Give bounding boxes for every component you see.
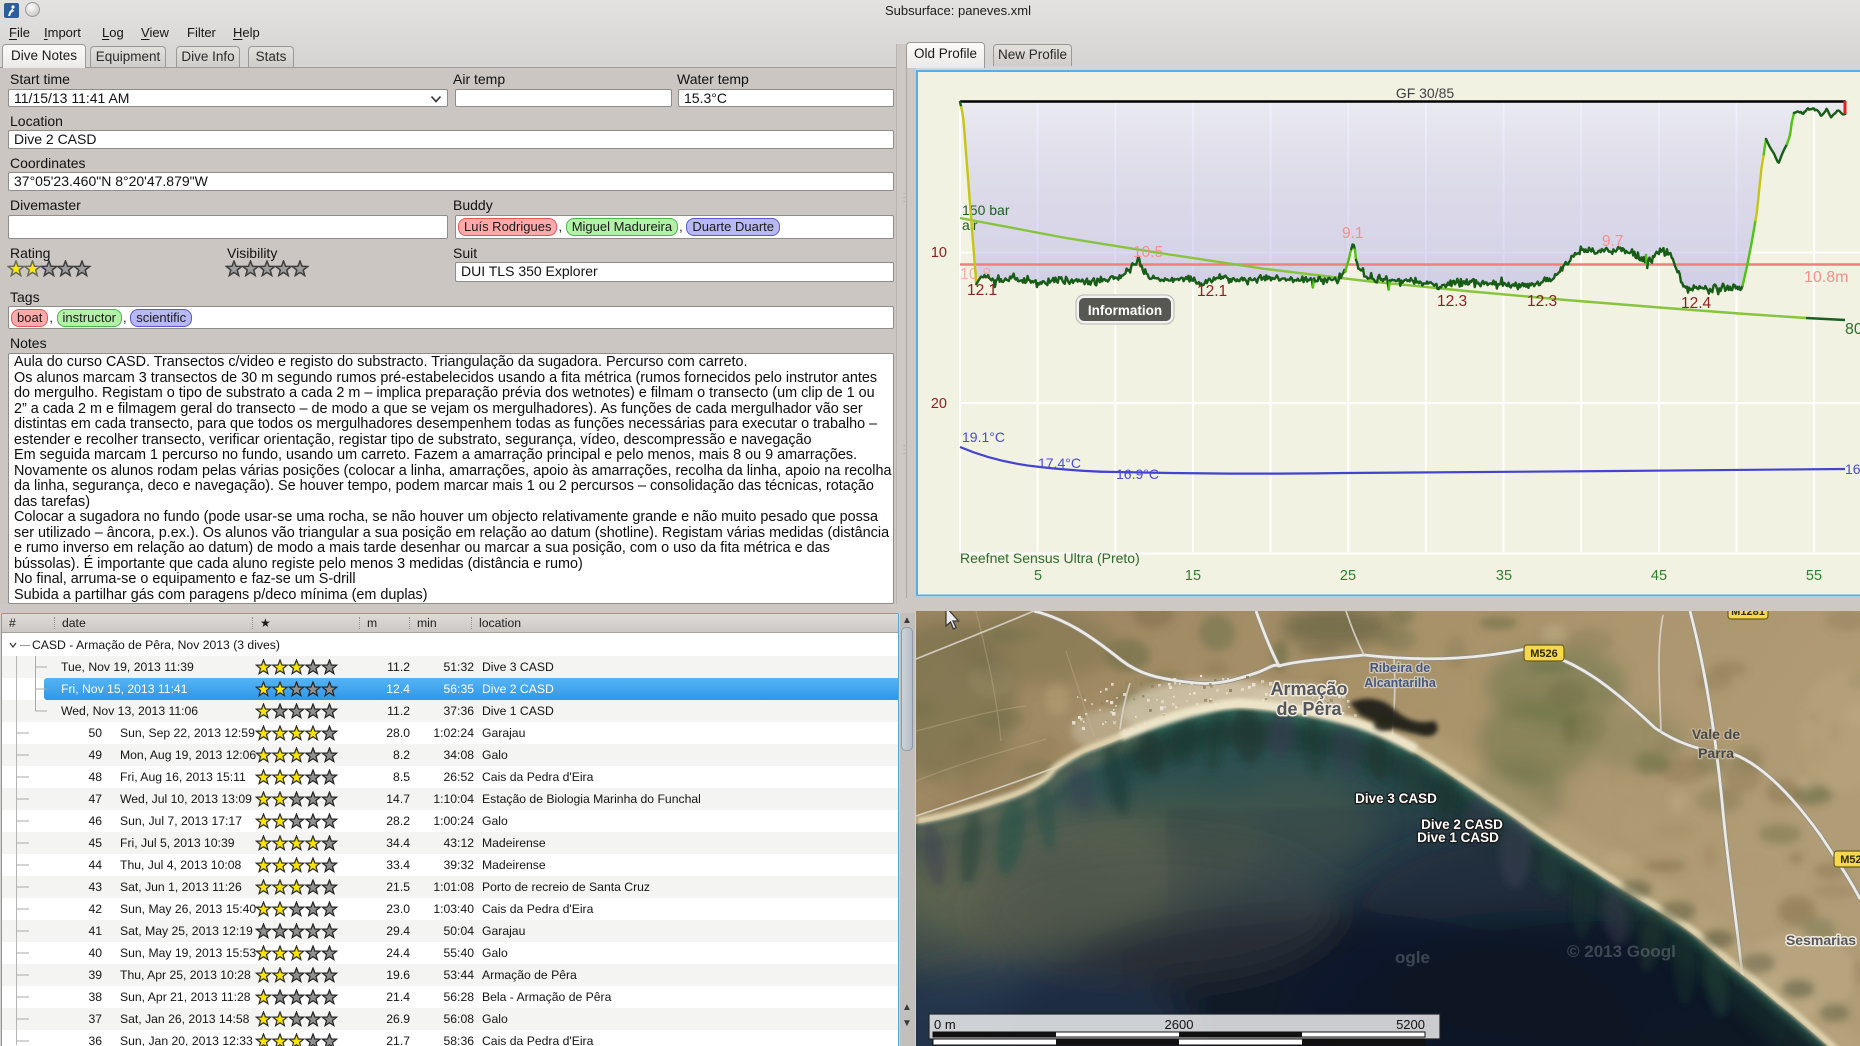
svg-text:Information: Information	[1088, 303, 1162, 318]
svg-text:Vale de: Vale de	[1692, 726, 1740, 742]
svg-text:Reefnet Sensus Ultra (Preto): Reefnet Sensus Ultra (Preto)	[960, 550, 1140, 566]
svg-text:GF 30/85: GF 30/85	[1396, 85, 1455, 101]
svg-text:12.1: 12.1	[967, 282, 997, 299]
svg-text:5200: 5200	[1396, 1017, 1425, 1032]
svg-text:9.1: 9.1	[1342, 225, 1364, 242]
svg-text:10.5: 10.5	[1133, 244, 1163, 261]
svg-text:12.1: 12.1	[1197, 283, 1227, 300]
svg-text:5: 5	[1034, 568, 1042, 584]
svg-text:9.7: 9.7	[1602, 233, 1624, 250]
svg-text:2600: 2600	[1165, 1017, 1194, 1032]
svg-text:air: air	[962, 217, 978, 233]
svg-text:45: 45	[1651, 568, 1667, 584]
svg-text:Dive 1 CASD: Dive 1 CASD	[1417, 830, 1499, 845]
svg-text:12.3: 12.3	[1527, 293, 1557, 310]
svg-text:© 2013 Googl: © 2013 Googl	[1567, 942, 1676, 961]
svg-text:Armação: Armação	[1270, 679, 1347, 699]
svg-text:17.4°C: 17.4°C	[1038, 455, 1081, 471]
svg-text:12.4: 12.4	[1681, 295, 1712, 312]
svg-text:55: 55	[1806, 568, 1822, 584]
svg-text:de Pêra: de Pêra	[1276, 699, 1342, 719]
svg-text:19.1°C: 19.1°C	[962, 429, 1005, 445]
svg-text:12.3: 12.3	[1437, 293, 1467, 310]
svg-text:Parra: Parra	[1698, 745, 1734, 761]
svg-text:20: 20	[931, 396, 947, 412]
svg-text:M1281: M1281	[1731, 611, 1765, 618]
svg-text:0 m: 0 m	[934, 1017, 956, 1032]
svg-text:15: 15	[1185, 568, 1201, 584]
svg-text:16.9°C: 16.9°C	[1116, 466, 1159, 482]
svg-text:Sesmarias: Sesmarias	[1786, 932, 1856, 948]
svg-text:Dive 3 CASD: Dive 3 CASD	[1355, 791, 1437, 806]
svg-text:25: 25	[1340, 568, 1356, 584]
svg-text:35: 35	[1496, 568, 1512, 584]
svg-text:10.8m: 10.8m	[1804, 269, 1848, 286]
svg-text:10: 10	[931, 245, 947, 261]
svg-text:Ribeira de: Ribeira de	[1370, 661, 1430, 675]
svg-text:Alcantarilha: Alcantarilha	[1364, 676, 1437, 690]
svg-text:M526: M526	[1530, 648, 1558, 660]
svg-text:M526: M526	[1840, 854, 1860, 866]
svg-text:16: 16	[1845, 461, 1860, 477]
svg-text:ogle: ogle	[1395, 948, 1430, 967]
svg-text:80: 80	[1845, 321, 1860, 338]
